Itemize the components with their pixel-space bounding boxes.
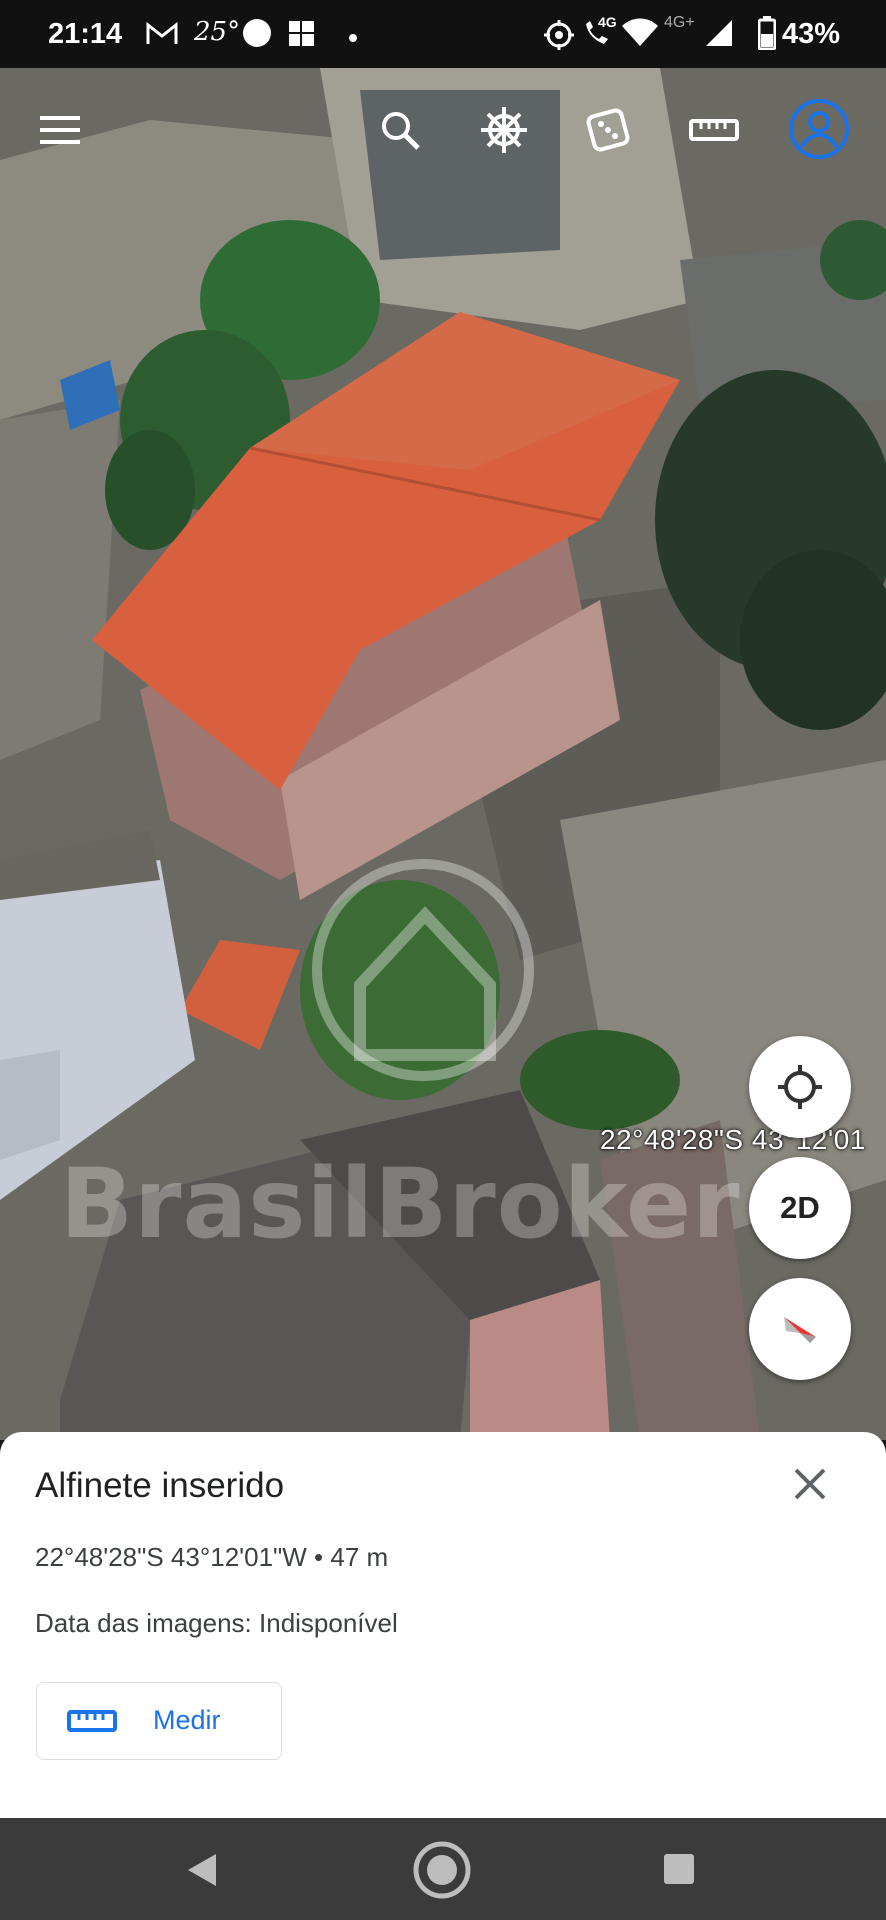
circle-icon [242, 18, 272, 53]
back-icon[interactable] [186, 1852, 218, 1893]
battery-percent: 43% [782, 18, 841, 50]
watermark-text: BrasilBroker [60, 1148, 741, 1260]
dot-icon [348, 30, 358, 48]
pin-info-sheet: Alfinete inserido 22°48'28"S 43°12'01"W … [0, 1432, 886, 1818]
my-location-icon [778, 1065, 822, 1109]
location-status-icon [544, 20, 574, 55]
my-location-button[interactable] [749, 1036, 851, 1138]
voyager-wheel-icon[interactable] [474, 100, 534, 160]
status-temperature: 25° [194, 17, 241, 47]
imagery-date: Data das imagens: Indisponível [35, 1608, 398, 1638]
status-time: 21:14 [48, 18, 123, 50]
feeling-lucky-dice-icon[interactable] [578, 100, 638, 160]
pin-title: Alfinete inserido [35, 1466, 285, 1505]
pin-coordinates: 22°48'28"S 43°12'01"W • 47 m [35, 1542, 389, 1572]
network-plus-label: 4G+ [664, 14, 695, 31]
gmail-icon [146, 21, 178, 51]
wifi-icon [622, 18, 658, 53]
measure-label: Medir [153, 1705, 221, 1735]
compass-button[interactable] [749, 1278, 851, 1380]
watermark-logo [290, 855, 556, 1090]
account-icon[interactable] [786, 96, 852, 162]
menu-icon[interactable] [30, 100, 90, 160]
measure-button[interactable]: Medir [36, 1682, 282, 1760]
recents-icon[interactable] [662, 1852, 696, 1891]
battery-icon [757, 16, 777, 55]
close-icon[interactable] [788, 1462, 832, 1506]
windows-icon [288, 20, 316, 53]
measure-ruler-icon[interactable] [684, 100, 744, 160]
status-bar: 21:14 25° 4G 4G+ 43% [0, 0, 886, 68]
signal-icon [704, 18, 734, 53]
system-navigation-bar [0, 1818, 886, 1920]
compass-icon [784, 1317, 816, 1343]
network-label: 4G [598, 14, 617, 30]
home-icon[interactable] [412, 1840, 472, 1905]
ruler-icon [67, 1708, 117, 1741]
view-mode-2d-button[interactable]: 2D [749, 1157, 851, 1259]
search-icon[interactable] [370, 100, 430, 160]
